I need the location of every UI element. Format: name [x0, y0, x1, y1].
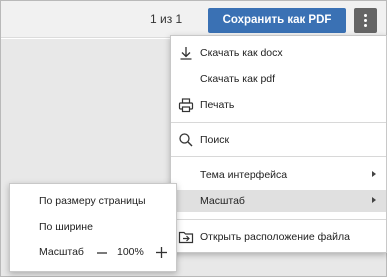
zoom-out-button[interactable] — [96, 247, 108, 259]
menu-item-label: Печать — [200, 99, 235, 111]
menu-divider — [171, 156, 386, 157]
menu-item-search[interactable]: Поиск — [171, 129, 386, 151]
menu-item-zoom[interactable]: Масштаб — [171, 190, 386, 212]
app-window: 1 из 1 Сохранить как PDF Скачать как doc… — [0, 0, 387, 277]
menu-item-label: Поиск — [200, 134, 230, 146]
more-options-button[interactable] — [354, 8, 377, 33]
zoom-value: 100% — [117, 246, 144, 258]
menu-item-interface-theme[interactable]: Тема интерфейса — [171, 164, 386, 186]
menu-divider — [171, 219, 386, 220]
options-menu: Скачать как docx Скачать как pdf Печать … — [170, 35, 387, 253]
kebab-vertical-icon — [364, 19, 367, 22]
menu-item-download-pdf[interactable]: Скачать как pdf — [171, 68, 386, 90]
download-icon — [180, 47, 192, 60]
menu-item-open-file-location[interactable]: Открыть расположение файла — [171, 226, 386, 248]
menu-item-label: Скачать как docx — [200, 47, 283, 59]
zoom-submenu: По размеру страницы По ширине Масштаб 10… — [9, 183, 177, 272]
fit-width-option[interactable]: По ширине — [39, 221, 93, 233]
menu-item-label: Масштаб — [200, 195, 245, 207]
fit-page-option[interactable]: По размеру страницы — [39, 195, 146, 207]
page-counter: 1 из 1 — [150, 12, 183, 26]
kebab-vertical-icon — [364, 14, 367, 17]
chevron-right-icon — [372, 171, 376, 177]
save-as-pdf-button[interactable]: Сохранить как PDF — [208, 8, 346, 33]
zoom-label: Масштаб — [39, 246, 84, 258]
menu-item-label: Скачать как pdf — [200, 73, 276, 85]
chevron-right-icon — [372, 197, 376, 203]
kebab-vertical-icon — [364, 24, 367, 27]
search-icon — [179, 133, 193, 147]
menu-item-download-docx[interactable]: Скачать как docx — [171, 42, 386, 64]
open-folder-icon — [178, 231, 194, 244]
menu-item-label: Тема интерфейса — [200, 169, 288, 181]
menu-item-print[interactable]: Печать — [171, 94, 386, 116]
printer-icon — [178, 98, 194, 113]
zoom-in-button[interactable] — [155, 246, 168, 259]
menu-item-label: Открыть расположение файла — [200, 231, 350, 243]
toolbar: 1 из 1 Сохранить как PDF — [1, 1, 386, 38]
menu-divider — [171, 122, 386, 123]
